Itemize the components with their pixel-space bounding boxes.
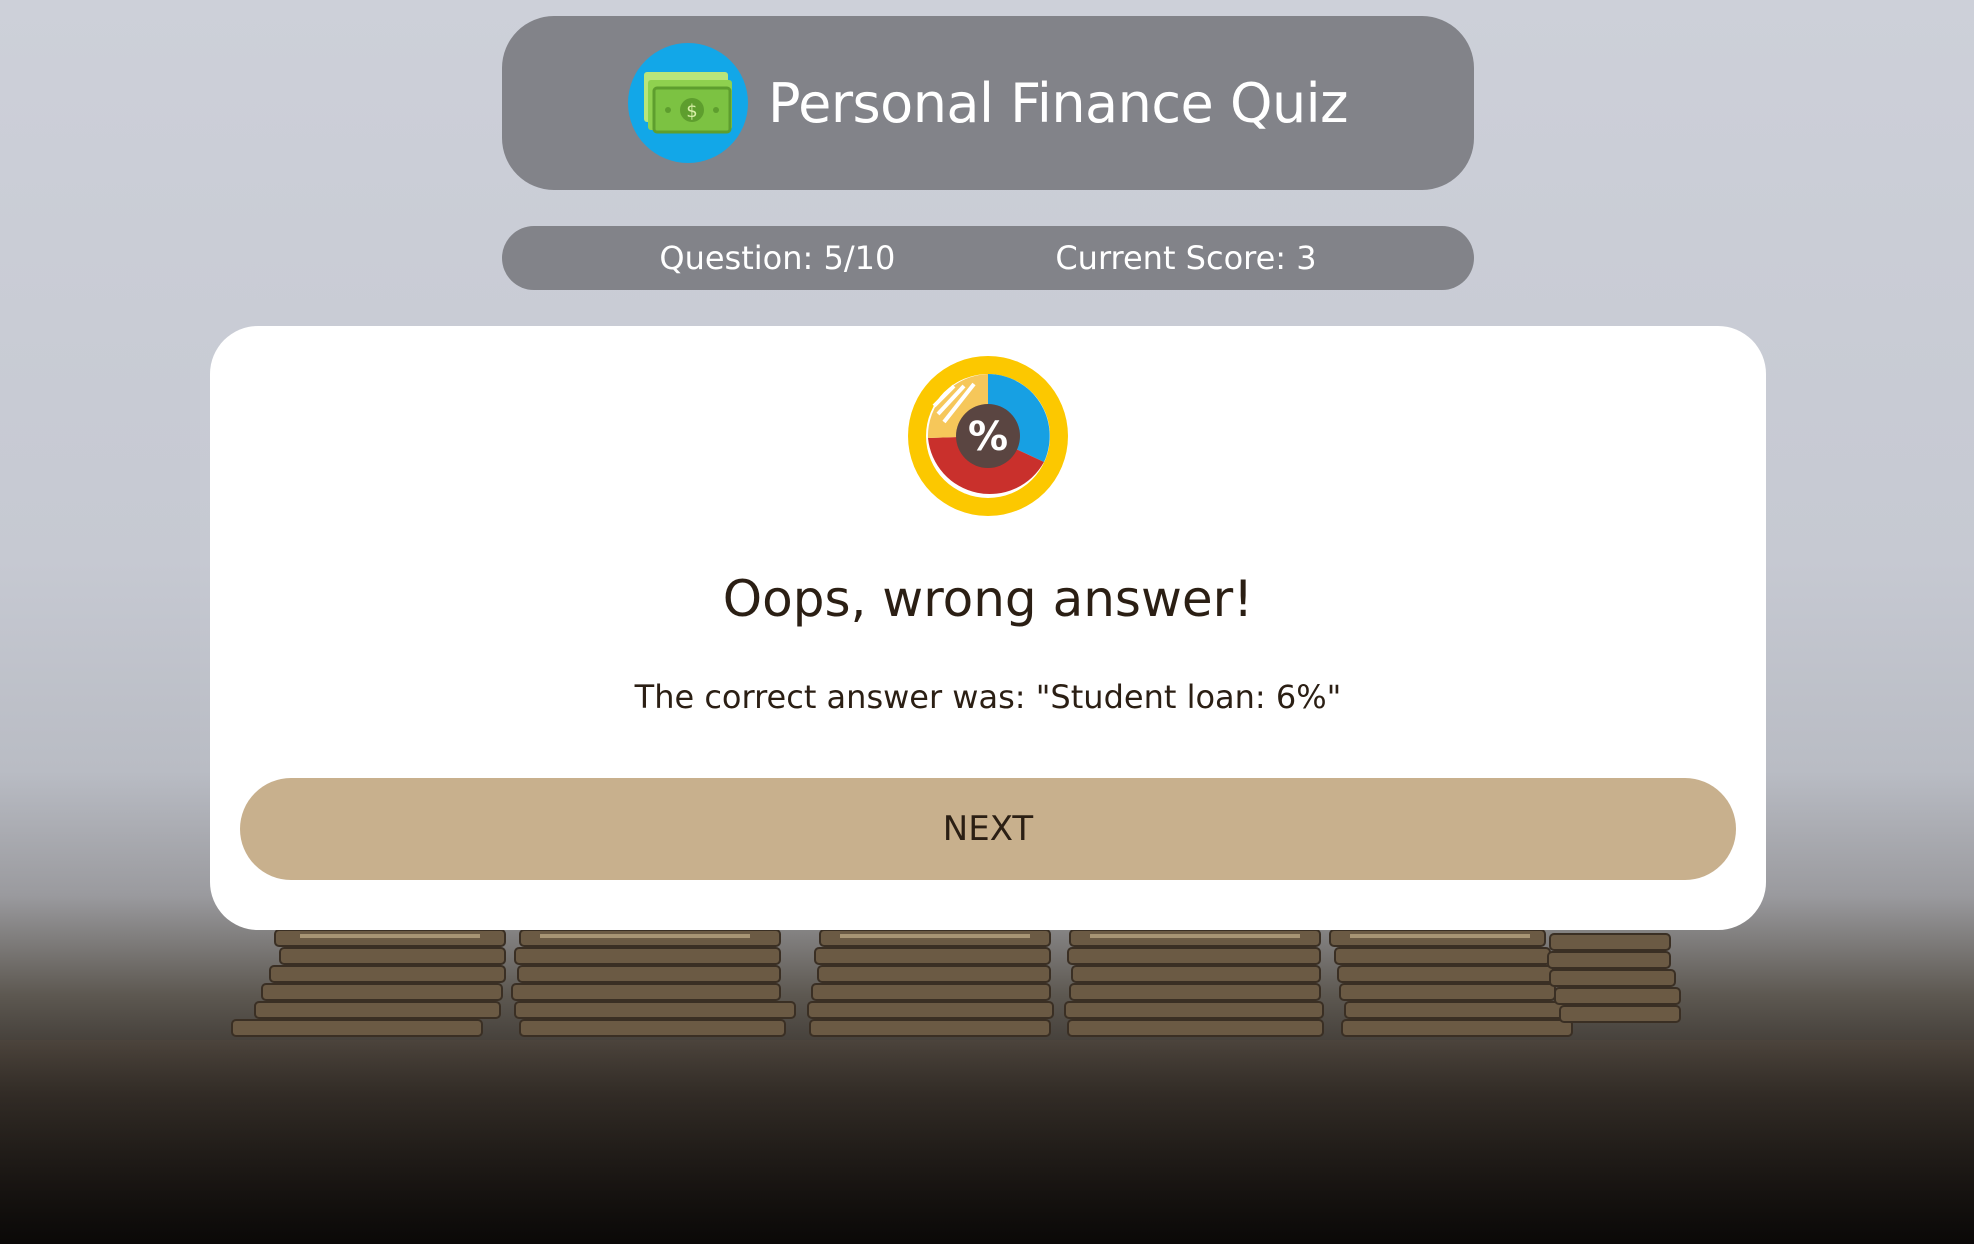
quiz-status-bar: Question: 5/10 Current Score: 3 — [502, 226, 1474, 290]
svg-text:%: % — [968, 414, 1008, 460]
result-card: % Oops, wrong answer! The correct answer… — [210, 326, 1766, 930]
percent-pie-chart-icon: % — [908, 356, 1068, 516]
money-bills-icon: $ — [627, 43, 748, 163]
next-button[interactable]: NEXT — [240, 778, 1736, 880]
app-title: Personal Finance Quiz — [767, 71, 1349, 135]
question-counter: Question: 5/10 — [659, 239, 896, 277]
result-heading: Oops, wrong answer! — [722, 570, 1254, 628]
app-header: $ Personal Finance Quiz — [502, 16, 1474, 190]
correct-answer-text: The correct answer was: "Student loan: 6… — [634, 678, 1342, 716]
svg-text:$: $ — [686, 101, 697, 122]
current-score: Current Score: 3 — [1055, 239, 1317, 277]
table-reflection — [0, 1040, 1974, 1244]
